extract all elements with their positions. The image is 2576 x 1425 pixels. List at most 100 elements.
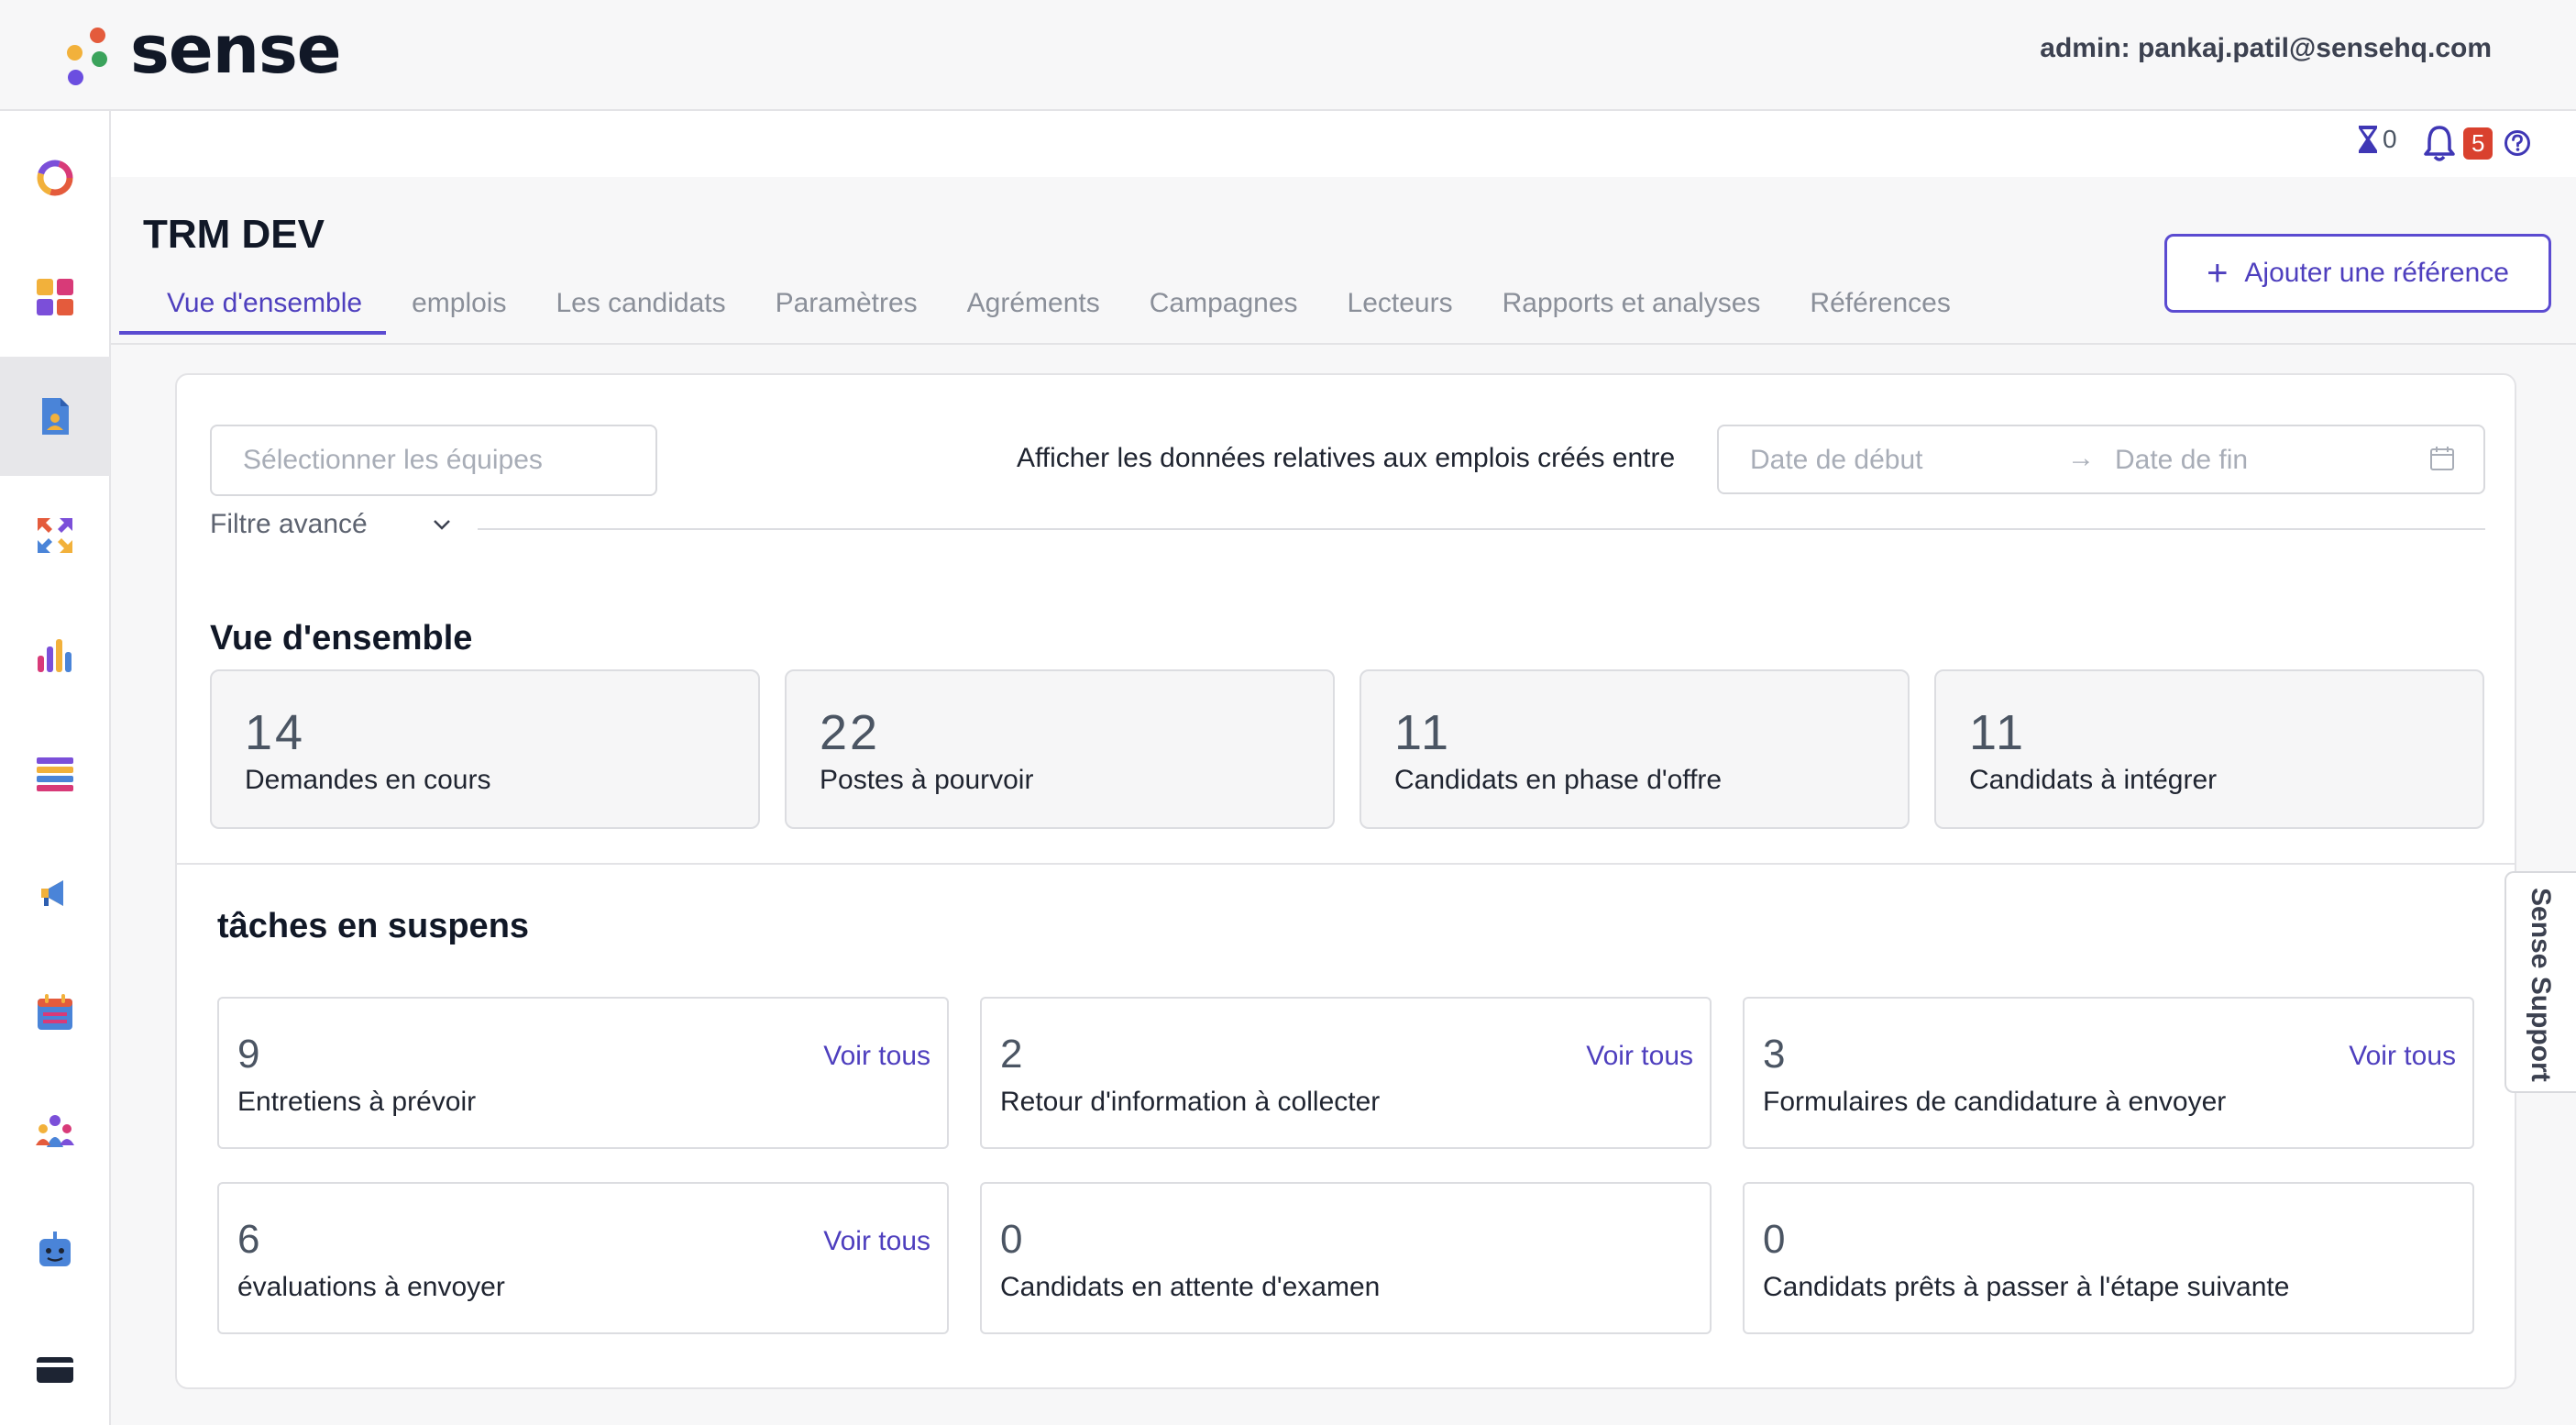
stat-value: 22 <box>820 705 881 760</box>
tab-candidates[interactable]: Les candidats <box>539 276 749 331</box>
tab-campaigns[interactable]: Campagnes <box>1133 276 1322 331</box>
stat-label: Postes à pourvoir <box>820 765 1034 795</box>
help-button[interactable] <box>2504 129 2531 157</box>
bar-chart-icon <box>38 639 72 672</box>
stat-card[interactable]: 11 Candidats en phase d'offre <box>1360 669 1910 829</box>
task-label: Entretiens à prévoir <box>237 1087 477 1117</box>
tabs-divider <box>111 343 2576 345</box>
stat-value: 11 <box>1969 705 2027 760</box>
start-date-input[interactable]: Date de début <box>1750 445 1922 476</box>
sidebar-item-community[interactable] <box>0 1072 110 1191</box>
section-divider <box>177 863 2515 865</box>
chevron-down-icon <box>433 520 450 530</box>
bell-icon <box>2424 126 2455 161</box>
task-label: évaluations à envoyer <box>237 1272 505 1302</box>
tab-settings[interactable]: Paramètres <box>759 276 941 331</box>
task-label: Candidats en attente d'examen <box>1000 1272 1381 1302</box>
filter-divider <box>478 528 2485 530</box>
support-label: Sense Support <box>2526 888 2556 1082</box>
stat-label: Demandes en cours <box>245 765 491 795</box>
brand-name: sense <box>130 11 342 88</box>
admin-email: admin: pankaj.patil@sensehq.com <box>2040 33 2492 63</box>
tab-overview[interactable]: Vue d'ensemble <box>118 276 387 335</box>
task-card: 9 Entretiens à prévoir Voir tous <box>217 997 949 1149</box>
arrow-right-icon: → <box>2067 443 2095 473</box>
document-user-icon <box>42 398 69 435</box>
stat-card[interactable]: 14 Demandes en cours <box>210 669 760 829</box>
hourglass-icon <box>2359 126 2377 153</box>
overview-panel: Sélectionner les équipes Afficher les do… <box>175 373 2516 1389</box>
overview-title: Vue d'ensemble <box>210 619 473 657</box>
stat-label: Candidats à intégrer <box>1969 765 2218 795</box>
advanced-filter-toggle[interactable]: Filtre avancé <box>210 509 452 540</box>
team-select[interactable]: Sélectionner les équipes <box>210 425 657 496</box>
stat-card[interactable]: 22 Postes à pourvoir <box>785 669 1335 829</box>
task-value: 6 <box>237 1217 260 1262</box>
tab-jobs[interactable]: emplois <box>395 276 530 331</box>
notification-badge: 5 <box>2463 127 2493 160</box>
date-range-picker[interactable]: Date de début → Date de fin <box>1717 425 2485 494</box>
tasks-title: tâches en suspens <box>217 907 530 945</box>
sidebar-item-apps[interactable] <box>0 238 110 357</box>
view-all-link[interactable]: Voir tous <box>2349 1041 2456 1072</box>
sidebar-item-dashboard[interactable] <box>0 118 110 238</box>
view-all-link[interactable]: Voir tous <box>1586 1041 1693 1072</box>
stat-value: 11 <box>1394 705 1452 760</box>
task-label: Retour d'information à collecter <box>1000 1087 1381 1117</box>
end-date-input[interactable]: Date de fin <box>2115 445 2248 476</box>
view-all-link[interactable]: Voir tous <box>823 1041 930 1072</box>
date-range-label: Afficher les données relatives aux emplo… <box>1017 443 1676 473</box>
pending-count: 0 <box>2383 125 2397 153</box>
add-reference-button[interactable]: + Ajouter une référence <box>2164 234 2551 313</box>
task-card: 2 Retour d'information à collecter Voir … <box>980 997 1712 1149</box>
stat-label: Candidats en phase d'offre <box>1394 765 1723 795</box>
card-icon <box>37 1357 73 1383</box>
sidebar-item-analytics[interactable] <box>0 595 110 714</box>
utility-bar: 0 5 <box>111 111 2576 177</box>
pending-indicator[interactable]: 0 <box>2357 124 2397 155</box>
sidebar-item-referrals[interactable] <box>0 476 110 595</box>
chatbot-icon <box>39 1232 71 1266</box>
sense-logo-dots <box>64 22 110 86</box>
brand-logo[interactable]: sense <box>64 11 342 95</box>
notifications[interactable]: 5 <box>2421 124 2493 162</box>
calendar-icon <box>2430 447 2454 470</box>
calendar-icon <box>38 994 72 1030</box>
sense-support-tab[interactable]: Sense Support <box>2504 871 2576 1093</box>
task-value: 3 <box>1763 1032 1786 1077</box>
people-icon <box>36 1115 74 1147</box>
task-card: 6 évaluations à envoyer Voir tous <box>217 1182 949 1334</box>
list-icon <box>37 757 73 791</box>
task-card: 3 Formulaires de candidature à envoyer V… <box>1743 997 2474 1149</box>
tab-bar: Vue d'ensemble emplois Les candidats Par… <box>118 276 1984 335</box>
task-value: 2 <box>1000 1032 1023 1077</box>
view-all-link[interactable]: Voir tous <box>823 1226 930 1257</box>
help-icon <box>2504 130 2530 156</box>
sidebar-item-lists[interactable] <box>0 714 110 834</box>
sidebar-item-calendar[interactable] <box>0 953 110 1072</box>
main-content: 0 5 TRM DEV Vue d'ensemble emplois Les c… <box>111 111 2576 1425</box>
sidebar-item-campaigns[interactable] <box>0 834 110 953</box>
megaphone-icon <box>41 880 63 906</box>
tab-approvals[interactable]: Agréments <box>951 276 1124 331</box>
page-title: TRM DEV <box>143 212 325 257</box>
top-bar: sense admin: pankaj.patil@sensehq.com <box>0 0 2576 111</box>
stat-value: 14 <box>245 705 306 760</box>
task-value: 0 <box>1000 1217 1023 1262</box>
stat-card[interactable]: 11 Candidats à intégrer <box>1934 669 2484 829</box>
sidebar-item-billing[interactable] <box>0 1310 110 1425</box>
arrows-icon <box>38 518 72 553</box>
sidebar-item-chatbot[interactable] <box>0 1191 110 1310</box>
tab-reports[interactable]: Rapports et analyses <box>1486 276 1785 331</box>
sidebar-item-jobs[interactable] <box>0 357 110 476</box>
grid-icon <box>37 279 73 315</box>
task-value: 9 <box>237 1032 260 1077</box>
task-label: Candidats prêts à passer à l'étape suiva… <box>1763 1272 2290 1302</box>
task-card: 0 Candidats en attente d'examen <box>980 1182 1712 1334</box>
tab-references[interactable]: Références <box>1793 276 1974 331</box>
advanced-filter-label: Filtre avancé <box>210 509 368 539</box>
task-value: 0 <box>1763 1217 1786 1262</box>
task-card: 0 Candidats prêts à passer à l'étape sui… <box>1743 1182 2474 1334</box>
tab-readers[interactable]: Lecteurs <box>1331 276 1477 331</box>
task-label: Formulaires de candidature à envoyer <box>1763 1087 2227 1117</box>
